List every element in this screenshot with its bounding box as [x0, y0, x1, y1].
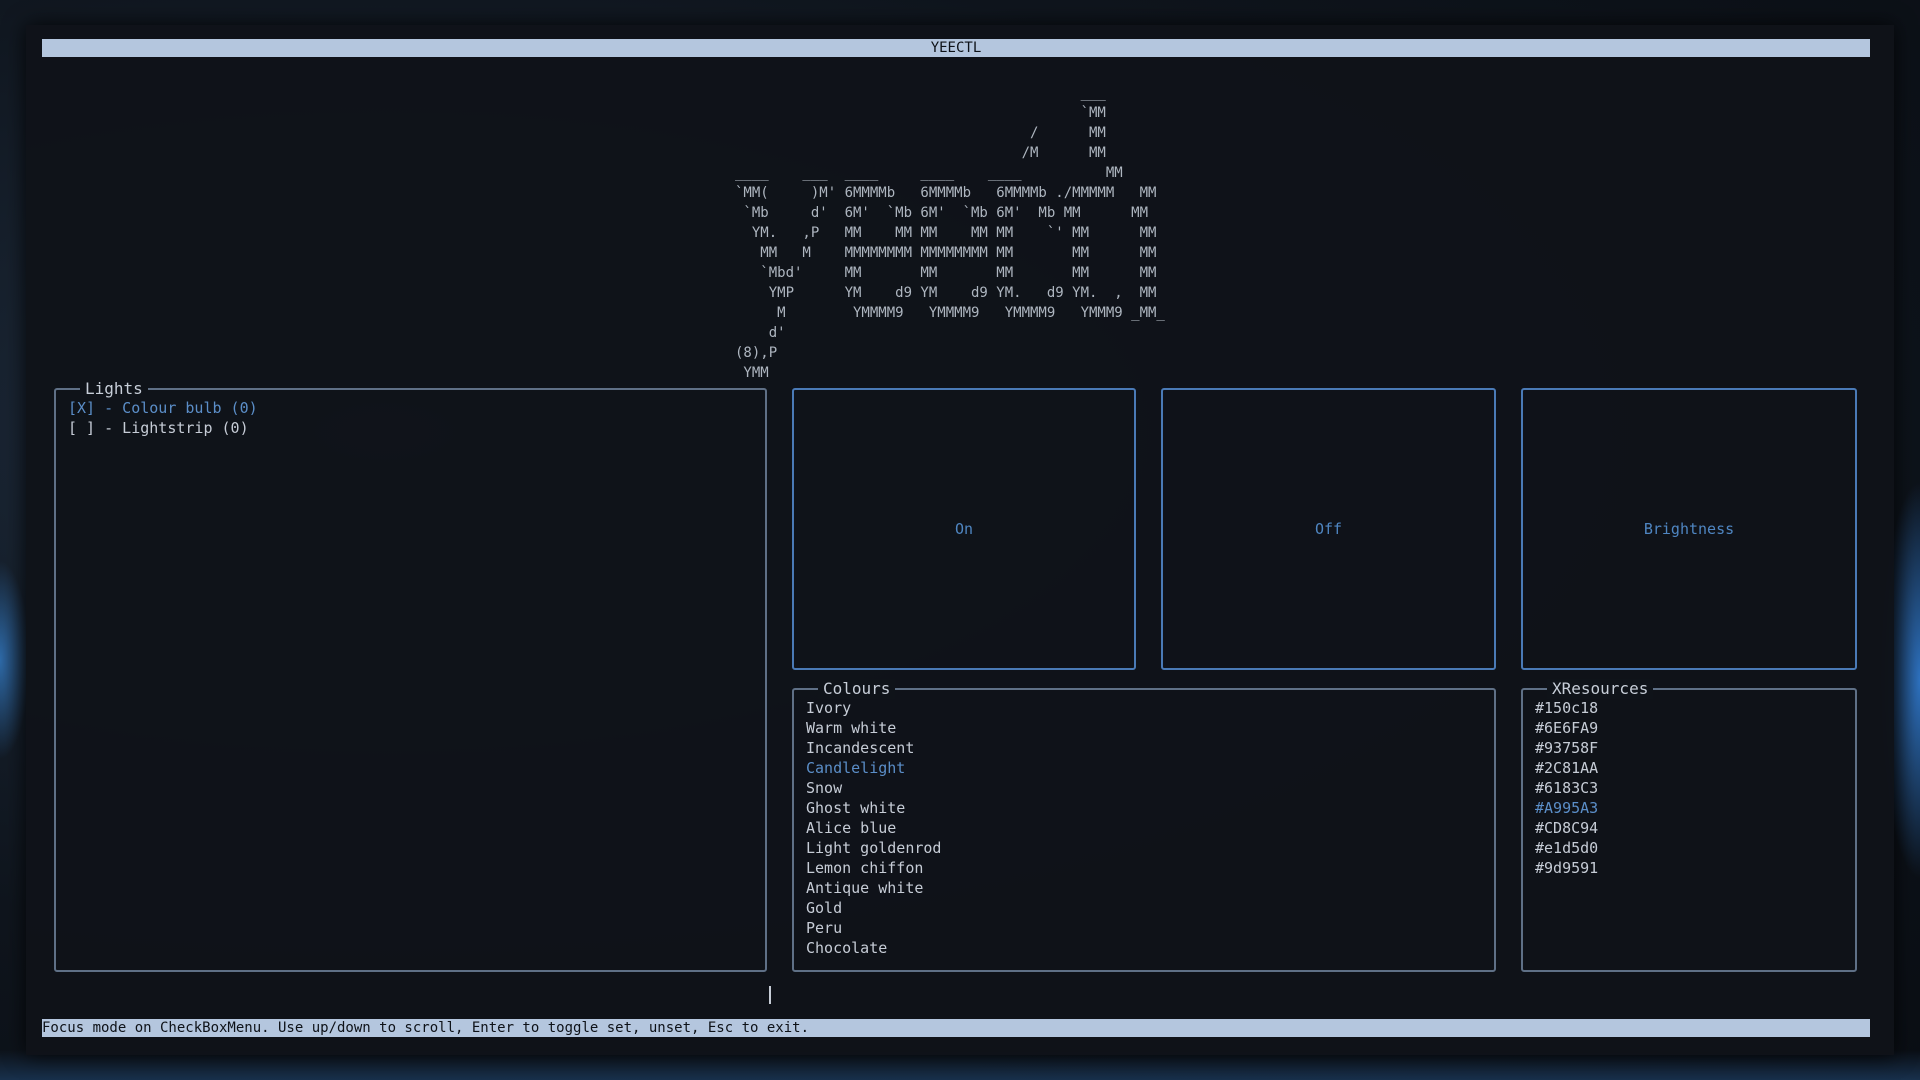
colour-item[interactable]: Lemon chiffon — [806, 858, 941, 878]
off-button-label: Off — [1314, 520, 1343, 538]
brightness-button-label: Brightness — [1643, 520, 1735, 538]
text-cursor — [769, 986, 771, 1004]
xresource-item[interactable]: #150c18 — [1535, 698, 1598, 718]
colour-item[interactable]: Alice blue — [806, 818, 941, 838]
xresource-item[interactable]: #e1d5d0 — [1535, 838, 1598, 858]
colour-item-selected[interactable]: Candlelight — [806, 758, 941, 778]
ascii-logo: ___ `MM / MM /M MM ____ ___ ____ ____ __… — [735, 85, 1165, 381]
colour-item[interactable]: Antique white — [806, 878, 941, 898]
xresources-panel-title: XResources — [1547, 679, 1654, 699]
xresources-panel: XResources #150c18 #6E6FA9 #93758F #2C81… — [1521, 679, 1857, 972]
xresource-item[interactable]: #6183C3 — [1535, 778, 1598, 798]
xresource-item[interactable]: #2C81AA — [1535, 758, 1598, 778]
colour-item[interactable]: Ivory — [806, 698, 941, 718]
status-bar: Focus mode on CheckBoxMenu. Use up/down … — [42, 1019, 1870, 1037]
colour-item[interactable]: Peru — [806, 918, 941, 938]
colour-item[interactable]: Ghost white — [806, 798, 941, 818]
xresource-item[interactable]: #CD8C94 — [1535, 818, 1598, 838]
colour-item[interactable]: Chocolate — [806, 938, 941, 958]
brightness-button[interactable]: Brightness — [1521, 388, 1857, 670]
on-button-label: On — [954, 520, 974, 538]
xresource-item[interactable]: #93758F — [1535, 738, 1598, 758]
xresource-item[interactable]: #6E6FA9 — [1535, 718, 1598, 738]
off-button[interactable]: Off — [1161, 388, 1496, 670]
lights-panel: Lights [X] - Colour bulb (0) [ ] - Light… — [54, 379, 767, 972]
light-item-colour-bulb[interactable]: [X] - Colour bulb (0) — [68, 398, 258, 418]
colours-list[interactable]: Ivory Warm white Incandescent Candleligh… — [806, 698, 941, 958]
lights-panel-title: Lights — [80, 379, 148, 399]
colour-item[interactable]: Incandescent — [806, 738, 941, 758]
colour-item[interactable]: Warm white — [806, 718, 941, 738]
on-button[interactable]: On — [792, 388, 1136, 670]
light-item-lightstrip[interactable]: [ ] - Lightstrip (0) — [68, 418, 258, 438]
colour-item[interactable]: Light goldenrod — [806, 838, 941, 858]
xresources-list[interactable]: #150c18 #6E6FA9 #93758F #2C81AA #6183C3 … — [1535, 698, 1598, 878]
colour-item[interactable]: Snow — [806, 778, 941, 798]
colour-item[interactable]: Gold — [806, 898, 941, 918]
terminal-window: YEECTL ___ `MM / MM /M MM ____ ___ ____ … — [26, 25, 1894, 1055]
xresource-item[interactable]: #9d9591 — [1535, 858, 1598, 878]
colours-panel-title: Colours — [818, 679, 896, 699]
title-bar: YEECTL — [42, 39, 1870, 57]
colours-panel: Colours Ivory Warm white Incandescent Ca… — [792, 679, 1496, 972]
lights-checkbox-menu[interactable]: [X] - Colour bulb (0) [ ] - Lightstrip (… — [68, 398, 258, 438]
xresource-item-selected[interactable]: #A995A3 — [1535, 798, 1598, 818]
